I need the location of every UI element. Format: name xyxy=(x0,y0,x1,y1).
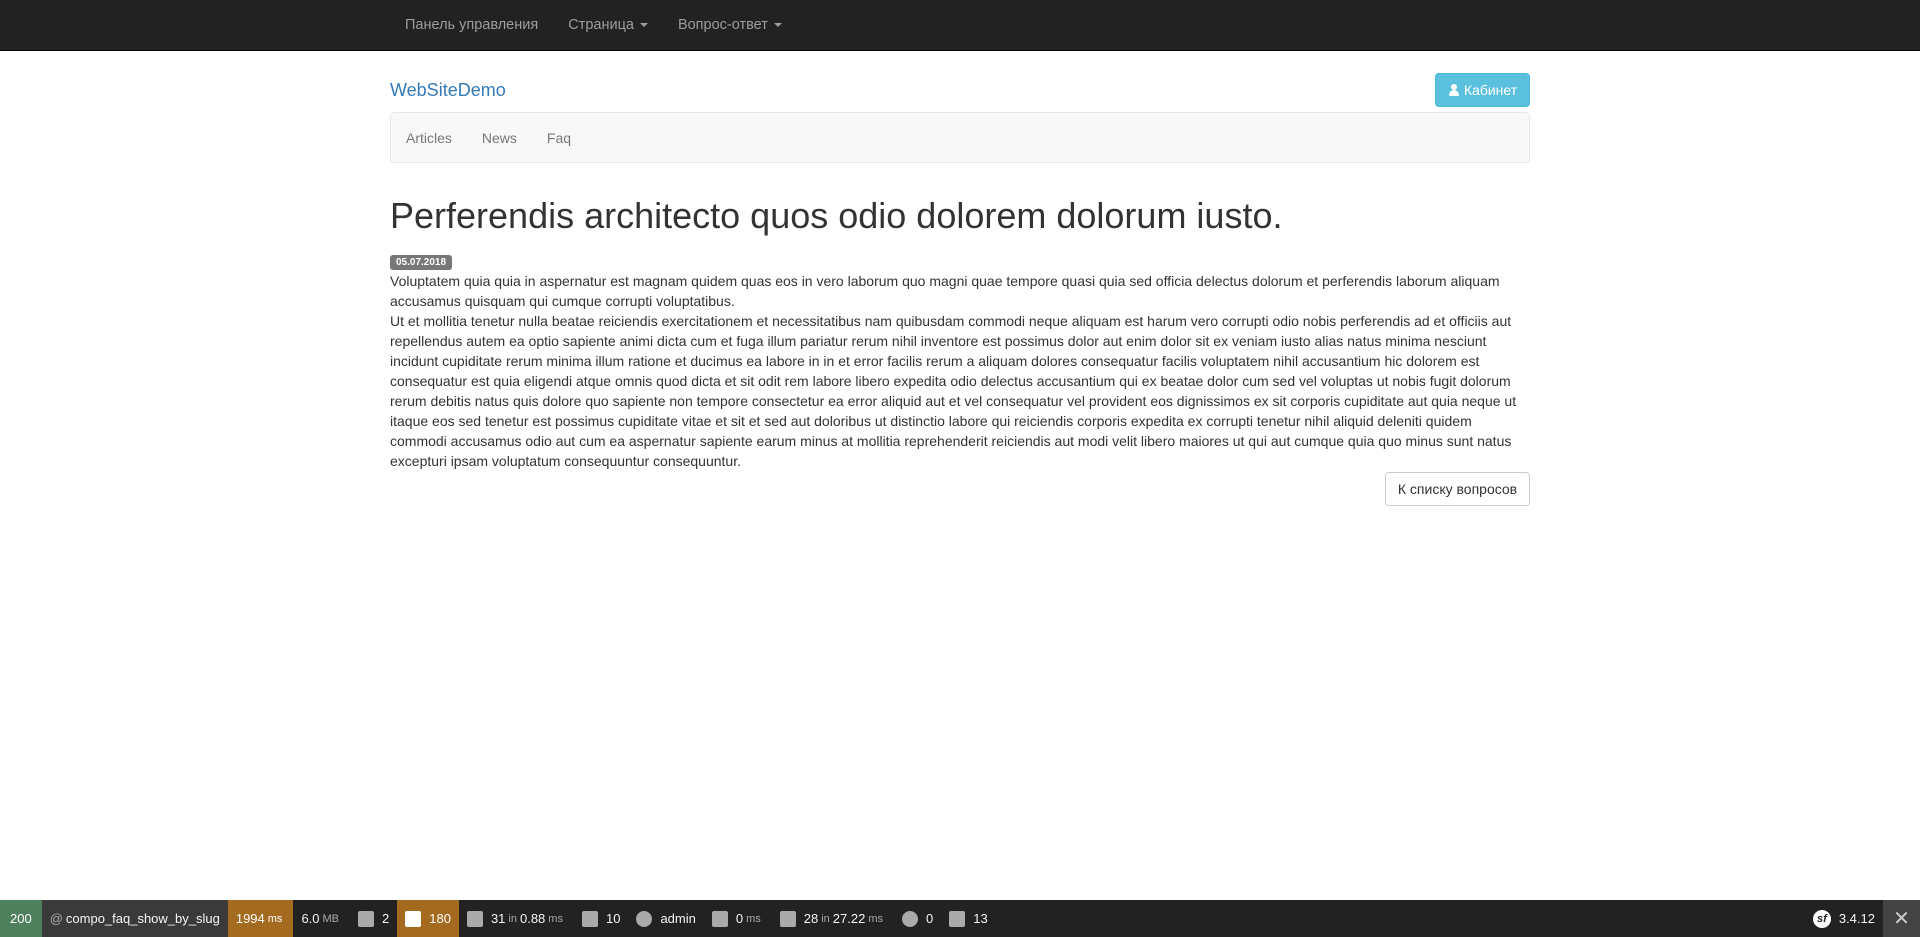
db-unit: ms xyxy=(868,912,884,925)
admin-navbar-menu: Панель управления Страница Вопрос-ответ xyxy=(390,0,797,50)
translations-count: 10 xyxy=(605,911,621,926)
panels-count: 13 xyxy=(973,911,988,926)
warning-icon xyxy=(405,910,422,927)
db-count: 28 xyxy=(803,911,819,926)
symfony-version[interactable]: sf 3.4.12 xyxy=(1805,900,1883,937)
debug-toolbar: 200 @ compo_faq_show_by_slug 1994 ms 6.0… xyxy=(0,900,1920,937)
database-icon xyxy=(779,910,796,927)
symfony-logo-icon: sf xyxy=(1812,909,1831,928)
memory-unit: MB xyxy=(322,912,340,925)
nav-item-page-dropdown[interactable]: Страница xyxy=(553,0,663,50)
cabinet-button[interactable]: Кабинет xyxy=(1435,73,1530,107)
nav-link-articles[interactable]: Articles xyxy=(391,113,467,163)
faq-question-text: Voluptatem quia quia in aspernatur est m… xyxy=(390,273,1500,309)
logs-count: 180 xyxy=(429,911,451,926)
user-icon xyxy=(1448,84,1460,96)
cache-count: 31 xyxy=(490,911,506,926)
twig-unit: ms xyxy=(746,912,761,925)
route-info[interactable]: @ compo_faq_show_by_slug xyxy=(41,900,228,937)
nav-item-faq-dropdown[interactable]: Вопрос-ответ xyxy=(663,0,797,50)
request-time[interactable]: 1994 ms xyxy=(227,900,294,937)
back-to-list-button[interactable]: К списку вопросов xyxy=(1385,472,1530,506)
events-count: 0 xyxy=(926,911,934,926)
db-time: 27.22 xyxy=(832,911,866,926)
caret-down-icon xyxy=(639,23,648,27)
events-panel[interactable]: 0 xyxy=(894,900,941,937)
nav-item-dashboard[interactable]: Панель управления xyxy=(390,0,553,50)
twig-panel[interactable]: 0 ms xyxy=(704,900,772,937)
paw-icon xyxy=(902,910,919,927)
cabinet-button-label: Кабинет xyxy=(1463,82,1518,98)
cache-time: 0.88 xyxy=(519,911,546,926)
forms-count: 2 xyxy=(382,911,390,926)
date-badge: 05.07.2018 xyxy=(390,255,453,270)
cache-in-label: in xyxy=(508,912,517,925)
panels-panel[interactable]: 13 xyxy=(941,900,995,937)
route-name: compo_faq_show_by_slug xyxy=(65,911,220,926)
route-at-sign: @ xyxy=(49,911,63,926)
db-in-label: in xyxy=(821,912,830,925)
clipboard-icon xyxy=(358,910,375,927)
grid-icon xyxy=(949,910,966,927)
site-navbar: Articles News Faq xyxy=(390,112,1530,163)
forms-panel[interactable]: 2 xyxy=(350,900,397,937)
admin-navbar: Панель управления Страница Вопрос-ответ xyxy=(0,0,1920,51)
twig-time: 0 xyxy=(735,911,744,926)
cache-unit: ms xyxy=(548,912,563,925)
faq-content: Voluptatem quia quia in aspernatur est m… xyxy=(390,271,1530,471)
logs-panel[interactable]: 180 xyxy=(397,900,459,937)
security-user: admin xyxy=(660,911,696,926)
page-title: Perferendis architecto quos odio dolorem… xyxy=(390,195,1283,236)
database-panel[interactable]: 28 in 27.22 ms xyxy=(772,900,894,937)
nav-item-faq-label: Вопрос-ответ xyxy=(677,17,768,33)
user-icon xyxy=(636,910,653,927)
nav-link-news[interactable]: News xyxy=(467,113,532,163)
translations-panel[interactable]: 10 xyxy=(574,900,628,937)
caret-down-icon xyxy=(773,23,782,27)
nav-link-faq[interactable]: Faq xyxy=(532,113,586,163)
request-time-value: 1994 xyxy=(235,911,265,926)
template-icon xyxy=(711,910,728,927)
symfony-version-text: 3.4.12 xyxy=(1838,911,1875,926)
security-panel[interactable]: admin xyxy=(628,900,703,937)
faq-answer-text: Ut et mollitia tenetur nulla beatae reic… xyxy=(390,313,1517,469)
close-icon[interactable]: ✕ xyxy=(1883,900,1920,937)
site-brand-link[interactable]: WebSiteDemo xyxy=(390,80,506,101)
translation-icon xyxy=(581,910,598,927)
layers-icon xyxy=(466,910,483,927)
status-code-badge[interactable]: 200 xyxy=(0,900,42,937)
nav-item-page-label: Страница xyxy=(568,17,634,33)
request-time-unit: ms xyxy=(267,912,283,925)
cache-panel[interactable]: 31 in 0.88 ms xyxy=(459,900,574,937)
memory-usage[interactable]: 6.0 MB xyxy=(293,900,350,937)
nav-item-dashboard-label: Панель управления xyxy=(405,17,539,33)
memory-value: 6.0 xyxy=(301,911,320,926)
